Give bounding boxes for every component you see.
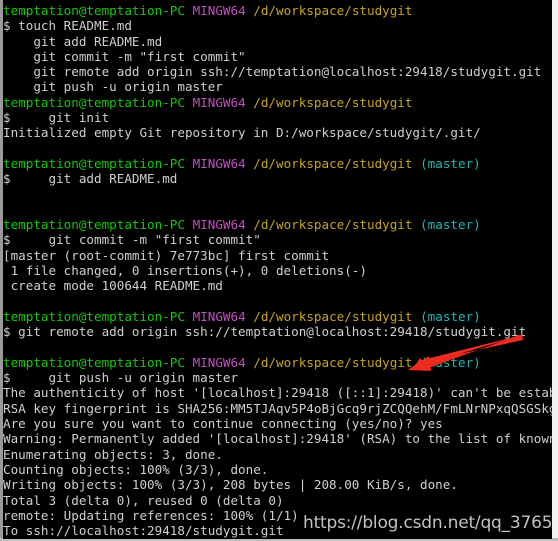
prompt-user-host: temptation@temptation-PC (3, 3, 185, 18)
terminal-window[interactable]: temptation@temptation-PC MINGW64 /d/work… (0, 0, 558, 541)
prompt-path: /d/workspace/studygit (253, 308, 413, 324)
prompt-path: /d/workspace/studygit (253, 217, 413, 233)
prompt-git-branch: (master) (420, 155, 481, 171)
window-border-right (552, 0, 558, 541)
output-line: The authenticity of host '[localhost]:29… (3, 385, 552, 401)
output-line: [master (root-commit) 7e773bc] first com… (3, 247, 330, 263)
prompt-shell-tag: MINGW64 (192, 155, 246, 171)
output-line: Enumerating objects: 3, done. (3, 446, 223, 462)
command-line: $ touch README.md (3, 18, 132, 34)
command-line: $ git push -u origin master (3, 370, 239, 386)
output-line: Writing objects: 100% (3/3), 208 bytes |… (3, 477, 458, 493)
command-line: $ git commit -m "first commit" (3, 232, 261, 248)
prompt-path: /d/workspace/studygit (253, 3, 413, 18)
prompt-path: /d/workspace/studygit (253, 155, 413, 171)
command-line: $ git init (3, 110, 110, 126)
prompt-shell-tag: MINGW64 (192, 354, 246, 370)
command-line: git remote add origin ssh://temptation@l… (3, 64, 542, 80)
output-line: Total 3 (delta 0), reused 0 (delta 0) (3, 492, 284, 508)
prompt-git-branch: (master) (420, 217, 481, 233)
output-line: Warning: Permanently added '[localhost]:… (3, 431, 552, 447)
output-line: remote: Updating references: 100% (1/1) (3, 507, 299, 523)
prompt-git-branch: (master) (420, 308, 481, 324)
prompt-shell-tag: MINGW64 (192, 217, 246, 233)
prompt-line: temptation@temptation-PC MINGW64 /d/work… (3, 3, 552, 18)
output-line: create mode 100644 README.md (3, 278, 223, 294)
output-line: Initialized empty Git repository in D:/w… (3, 125, 481, 141)
prompt-shell-tag: MINGW64 (192, 3, 246, 18)
output-line: 1 file changed, 0 insertions(+), 0 delet… (3, 263, 367, 279)
prompt-shell-tag: MINGW64 (192, 308, 246, 324)
prompt-line: temptation@temptation-PC MINGW64 /d/work… (3, 355, 552, 370)
command-line: git add README.md (3, 33, 163, 49)
prompt-line: temptation@temptation-PC MINGW64 /d/work… (3, 309, 552, 324)
output-line: * [new branch] master -> master (3, 538, 552, 539)
prompt-path: /d/workspace/studygit (253, 354, 413, 370)
prompt-user-host: temptation@temptation-PC (3, 94, 185, 110)
prompt-user-host: temptation@temptation-PC (3, 217, 185, 233)
command-line: git push -u origin master (3, 79, 223, 95)
prompt-user-host: temptation@temptation-PC (3, 354, 185, 370)
prompt-line: temptation@temptation-PC MINGW64 /d/work… (3, 95, 552, 110)
prompt-path: /d/workspace/studygit (253, 94, 413, 110)
output-line: To ssh://localhost:29418/studygit.git (3, 523, 284, 539)
terminal-output-area[interactable]: temptation@temptation-PC MINGW64 /d/work… (3, 3, 552, 539)
output-line: Counting objects: 100% (3/3), done. (3, 461, 269, 477)
prompt-git-branch: (master) (420, 354, 481, 370)
output-line: RSA key fingerprint is SHA256:MM5TJAqv5P… (3, 400, 552, 416)
prompt-user-host: temptation@temptation-PC (3, 308, 185, 324)
prompt-shell-tag: MINGW64 (192, 94, 246, 110)
prompt-line: temptation@temptation-PC MINGW64 /d/work… (3, 156, 552, 171)
prompt-line: temptation@temptation-PC MINGW64 /d/work… (3, 217, 552, 232)
command-line: $ git add README.md (3, 171, 178, 187)
command-line: git commit -m "first commit" (3, 48, 246, 64)
command-line: $ git remote add origin ssh://temptation… (3, 324, 527, 340)
prompt-user-host: temptation@temptation-PC (3, 155, 185, 171)
output-line: Are you sure you want to continue connec… (3, 416, 443, 432)
